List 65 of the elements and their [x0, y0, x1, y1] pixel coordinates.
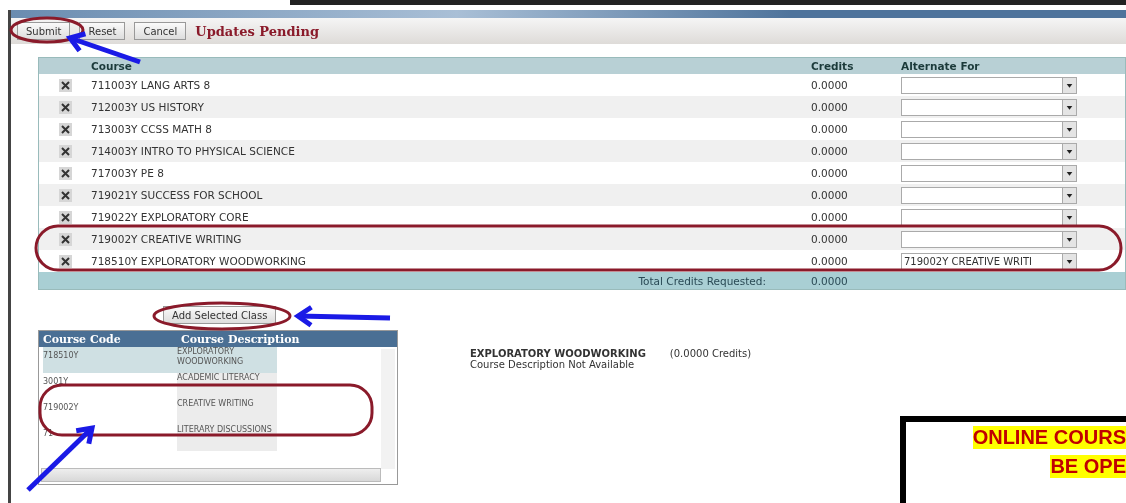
- caret-icon: [1062, 121, 1076, 137]
- remove-icon[interactable]: [58, 100, 72, 114]
- column-header: Alternate For: [901, 60, 981, 72]
- column-header: Course Description: [181, 332, 301, 346]
- toolbar-button[interactable]: Cancel: [134, 22, 187, 40]
- remove-icon[interactable]: [58, 232, 72, 246]
- table-cell-text: 711003Y LANG ARTS 8: [91, 79, 212, 91]
- course-credits: (0.0000 Credits): [669, 348, 752, 359]
- table-cell-text: 0.0000: [811, 101, 849, 113]
- caret-icon: [1062, 187, 1076, 203]
- total-label: Total Credits Requested:: [638, 274, 767, 287]
- table-cell-text: 718510Y EXPLORATORY WOODWORKING: [91, 255, 307, 267]
- arrow-drawing: [26, 424, 96, 492]
- column-header: Course Code: [43, 332, 122, 346]
- remove-icon[interactable]: [58, 122, 72, 136]
- table-cell-text: 0.0000: [811, 255, 849, 267]
- table-cell-text: 0.0000: [811, 145, 849, 157]
- remove-icon[interactable]: [58, 210, 72, 224]
- caret-icon: [1062, 253, 1076, 269]
- table-cell-text: 0.0000: [811, 189, 849, 201]
- notice-text: ONLINE COURS: [972, 426, 1126, 449]
- alternate-select[interactable]: 719002Y CREATIVE WRITI: [901, 252, 1077, 270]
- course-description[interactable]: ACADEMIC LITERACY: [177, 373, 277, 399]
- caret-icon: [1062, 143, 1076, 159]
- course-description[interactable]: EXPLORATORY WOODWORKING: [177, 347, 277, 373]
- course-description[interactable]: LITERARY DISCUSSIONS: [177, 425, 277, 451]
- alternate-select[interactable]: [901, 208, 1077, 226]
- table-cell-text: 0.0000: [811, 167, 849, 179]
- caret-icon: [1062, 231, 1076, 247]
- table-cell-text: 0.0000: [811, 123, 849, 135]
- total-value: 0.0000: [811, 274, 849, 287]
- table-cell-text: 719022Y EXPLORATORY CORE: [91, 211, 250, 223]
- course-description-text: Course Description Not Available: [470, 359, 636, 370]
- table-cell-text: 714003Y INTRO TO PHYSICAL SCIENCE: [91, 145, 296, 157]
- status-text: Updates Pending: [195, 23, 320, 39]
- table-cell-text: 719021Y SUCCESS FOR SCHOOL: [91, 189, 264, 201]
- notice-text: BE OPE: [1050, 455, 1126, 478]
- column-header: Course: [91, 60, 133, 72]
- course-description[interactable]: CREATIVE WRITING: [177, 399, 277, 425]
- add-class-button[interactable]: Add Selected Class: [163, 306, 277, 324]
- toolbar-button[interactable]: Reset: [79, 22, 126, 40]
- column-header: Credits: [811, 60, 855, 72]
- course-code[interactable]: 719002Y: [43, 399, 177, 425]
- table-cell-text: 712003Y US HISTORY: [91, 101, 205, 113]
- table-cell-text: 713003Y CCSS MATH 8: [91, 123, 213, 135]
- caret-icon: [1062, 99, 1076, 115]
- table-cell-text: 0.0000: [811, 211, 849, 223]
- scrollbar[interactable]: [41, 468, 381, 482]
- remove-icon[interactable]: [58, 188, 72, 202]
- caret-icon: [1062, 165, 1076, 181]
- table-cell-text: 717003Y PE 8: [91, 167, 165, 179]
- table-cell-text: 0.0000: [811, 233, 849, 245]
- course-title: EXPLORATORY WOODWORKING: [470, 348, 646, 359]
- remove-icon[interactable]: [58, 78, 72, 92]
- remove-icon[interactable]: [58, 144, 72, 158]
- course-code[interactable]: 718510Y: [43, 347, 177, 373]
- remove-icon[interactable]: [58, 166, 72, 180]
- toolbar-button[interactable]: Submit: [17, 22, 71, 40]
- scrollbar[interactable]: [381, 349, 395, 469]
- table-cell-text: 0.0000: [811, 79, 849, 91]
- caret-icon: [1062, 77, 1076, 93]
- remove-icon[interactable]: [58, 254, 72, 268]
- course-code[interactable]: 3001Y: [43, 373, 177, 399]
- table-cell-text: 719002Y CREATIVE WRITING: [91, 233, 243, 245]
- caret-icon: [1062, 209, 1076, 225]
